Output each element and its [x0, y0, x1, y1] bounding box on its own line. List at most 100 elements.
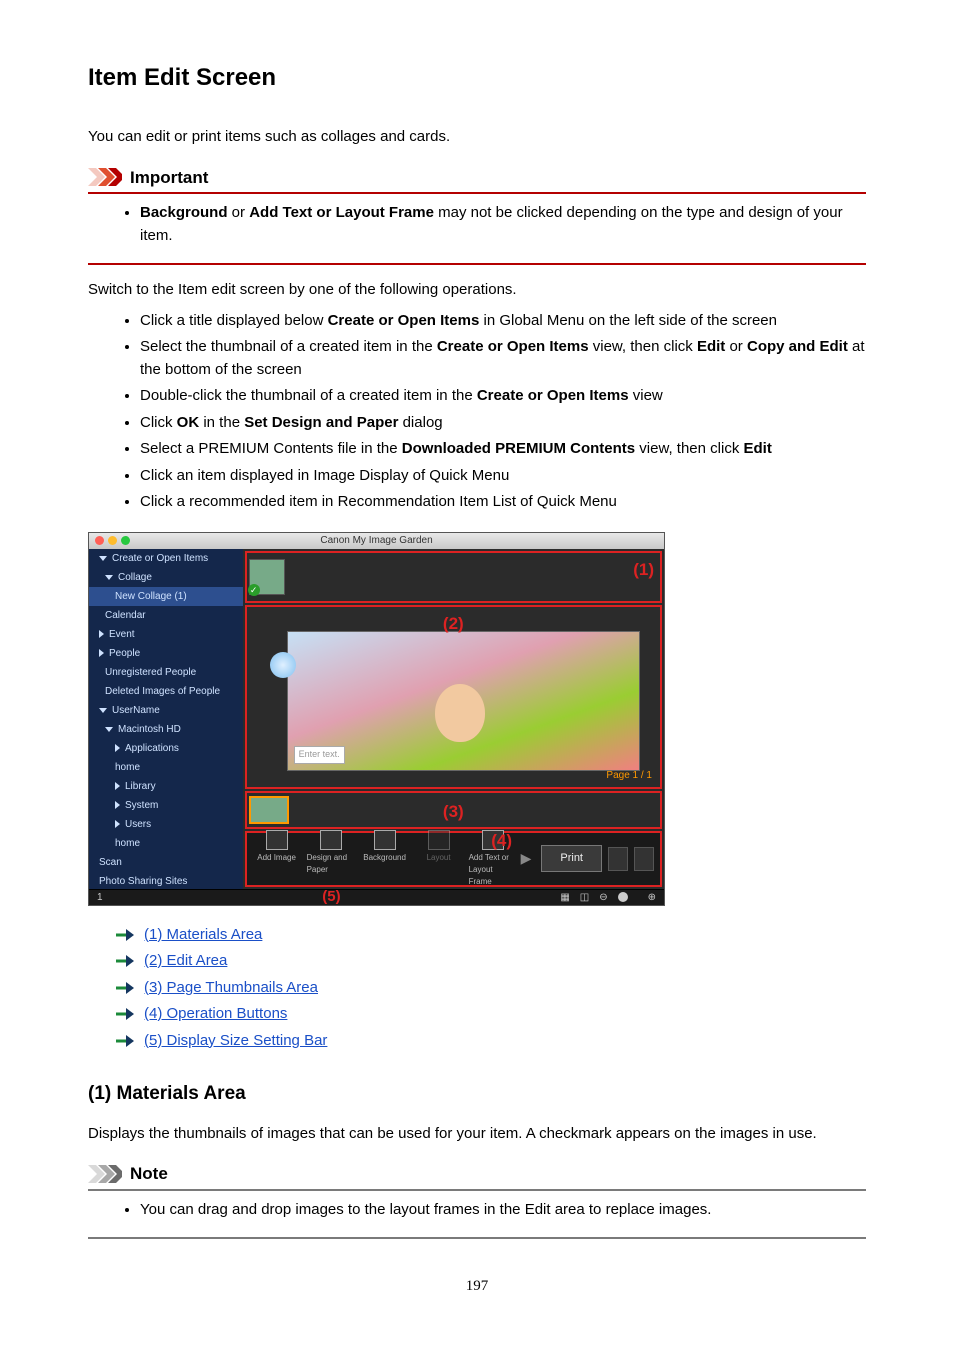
chevron-down-icon: [105, 575, 113, 580]
important-title: Important: [130, 165, 208, 191]
page-indicator: Page 1 / 1: [606, 768, 652, 783]
sidebar-item-label: Photo Sharing Sites: [99, 874, 187, 889]
important-item: Background or Add Text or Layout Frame m…: [140, 202, 866, 247]
switch-intro: Switch to the Item edit screen by one of…: [88, 279, 866, 302]
sidebar-item[interactable]: Scan: [89, 853, 243, 872]
sidebar-item[interactable]: New Collage (1): [89, 587, 243, 606]
arrow-right-icon: [116, 1008, 134, 1020]
sidebar-item[interactable]: People: [89, 644, 243, 663]
sidebar-item-label: Event: [109, 627, 135, 642]
chevron-right-icon[interactable]: ▶: [517, 848, 536, 869]
sidebar-item-label: Scan: [99, 855, 122, 870]
sidebar-item-label: Macintosh HD: [118, 722, 181, 737]
arrow-right-icon: [116, 929, 134, 941]
sidebar-item-label: New Collage (1): [115, 589, 187, 604]
section-link-item: (1) Materials Area: [116, 924, 866, 947]
enter-text-placeholder[interactable]: Enter text.: [294, 746, 345, 764]
marker-1: (1): [633, 557, 654, 583]
op-button-label: Add Text or Layout Frame: [469, 852, 517, 888]
chevron-down-icon: [105, 727, 113, 732]
op-button[interactable]: Background: [361, 830, 409, 864]
op-button-icon: [428, 830, 450, 850]
page-number: 197: [88, 1275, 866, 1298]
intro-text: You can edit or print items such as coll…: [88, 126, 866, 149]
chevron-down-icon: [99, 556, 107, 561]
redo-button[interactable]: [634, 847, 654, 871]
section-link[interactable]: (3) Page Thumbnails Area: [144, 977, 318, 1000]
fit-icon[interactable]: ▦: [560, 890, 569, 905]
sidebar-item[interactable]: Collage: [89, 568, 243, 587]
op-button-label: Background: [363, 852, 406, 864]
arrow-right-icon: [116, 982, 134, 994]
note-icon: [88, 1165, 122, 1183]
app-title: Canon My Image Garden: [320, 533, 432, 548]
page-thumbnails-area[interactable]: (3): [245, 791, 662, 829]
sidebar-item[interactable]: Event: [89, 625, 243, 644]
section-link[interactable]: (5) Display Size Setting Bar: [144, 1030, 327, 1053]
section-link[interactable]: (2) Edit Area: [144, 950, 227, 973]
undo-button[interactable]: [608, 847, 628, 871]
op-button[interactable]: Layout: [415, 830, 463, 864]
app-sidebar[interactable]: Create or Open ItemsCollage New Collage (…: [89, 549, 243, 889]
section-links: (1) Materials Area (2) Edit Area (3) Page …: [88, 924, 866, 1053]
zoom-out-icon[interactable]: ⊖: [599, 890, 607, 905]
sidebar-item[interactable]: Unregistered People: [89, 663, 243, 682]
chevron-right-icon: [115, 744, 120, 752]
sidebar-item[interactable]: Library: [89, 777, 243, 796]
minimize-icon[interactable]: [108, 536, 117, 545]
op-button[interactable]: Design and Paper: [307, 830, 355, 876]
sidebar-item[interactable]: Photo Sharing Sites: [89, 872, 243, 889]
op-button-icon: [320, 830, 342, 850]
edit-area[interactable]: (2) Enter text. Page 1 / 1: [245, 605, 662, 789]
app-titlebar: Canon My Image Garden: [89, 533, 664, 549]
section-1-title: (1) Materials Area: [88, 1080, 866, 1109]
note-title: Note: [130, 1161, 168, 1187]
sidebar-item[interactable]: Applications: [89, 739, 243, 758]
switch-op-item: Double-click the thumbnail of a created …: [140, 385, 866, 408]
material-thumb[interactable]: ✓: [249, 559, 285, 595]
sidebar-item[interactable]: Macintosh HD: [89, 720, 243, 739]
arrow-right-icon: [116, 955, 134, 967]
sidebar-item-label: Calendar: [105, 608, 146, 623]
display-size-bar: 1 (5) ▦ ◫ ⊖ ⊕: [89, 889, 664, 905]
sidebar-item[interactable]: Deleted Images of People: [89, 682, 243, 701]
zoom-in-icon[interactable]: ⊕: [648, 890, 656, 905]
checkmark-icon: ✓: [248, 584, 260, 596]
sidebar-item[interactable]: home: [89, 834, 243, 853]
section-link[interactable]: (1) Materials Area: [144, 924, 262, 947]
sidebar-item-label: UserName: [112, 703, 160, 718]
sidebar-item-label: Deleted Images of People: [105, 684, 220, 699]
op-button-label: Design and Paper: [307, 852, 355, 876]
sidebar-item[interactable]: UserName: [89, 701, 243, 720]
op-button-label: Add Image: [257, 852, 296, 864]
zoom-icon[interactable]: [121, 536, 130, 545]
edit-photo[interactable]: Enter text.: [287, 631, 640, 771]
sidebar-item[interactable]: System: [89, 796, 243, 815]
app-screenshot: Canon My Image Garden Create or Open Ite…: [88, 532, 665, 906]
op-button[interactable]: Add Text or Layout Frame(4): [469, 830, 517, 888]
marker-3: (3): [443, 799, 464, 825]
sidebar-item-label: home: [115, 760, 140, 775]
sidebar-item-label: home: [115, 836, 140, 851]
important-callout: Important Background or Add Text or Layo…: [88, 165, 866, 266]
marker-4: (4): [491, 828, 512, 854]
section-link-item: (4) Operation Buttons: [116, 1003, 866, 1026]
sidebar-item[interactable]: Create or Open Items: [89, 549, 243, 568]
actual-size-icon[interactable]: ◫: [580, 890, 589, 905]
print-button[interactable]: Print: [541, 845, 602, 872]
marker-2: (2): [443, 611, 464, 637]
page-thumb[interactable]: [249, 796, 289, 824]
sidebar-item[interactable]: Users: [89, 815, 243, 834]
switch-op-item: Click a recommended item in Recommendati…: [140, 491, 866, 514]
sidebar-item[interactable]: home: [89, 758, 243, 777]
section-link-item: (2) Edit Area: [116, 950, 866, 973]
section-link[interactable]: (4) Operation Buttons: [144, 1003, 287, 1026]
switch-op-item: Click OK in the Set Design and Paper dia…: [140, 412, 866, 435]
switch-op-item: Click a title displayed below Create or …: [140, 310, 866, 333]
sidebar-item-label: Unregistered People: [105, 665, 196, 680]
sidebar-item[interactable]: Calendar: [89, 606, 243, 625]
close-icon[interactable]: [95, 536, 104, 545]
chevron-down-icon: [99, 708, 107, 713]
op-button[interactable]: Add Image: [253, 830, 301, 864]
materials-area[interactable]: ✓ (1): [245, 551, 662, 603]
